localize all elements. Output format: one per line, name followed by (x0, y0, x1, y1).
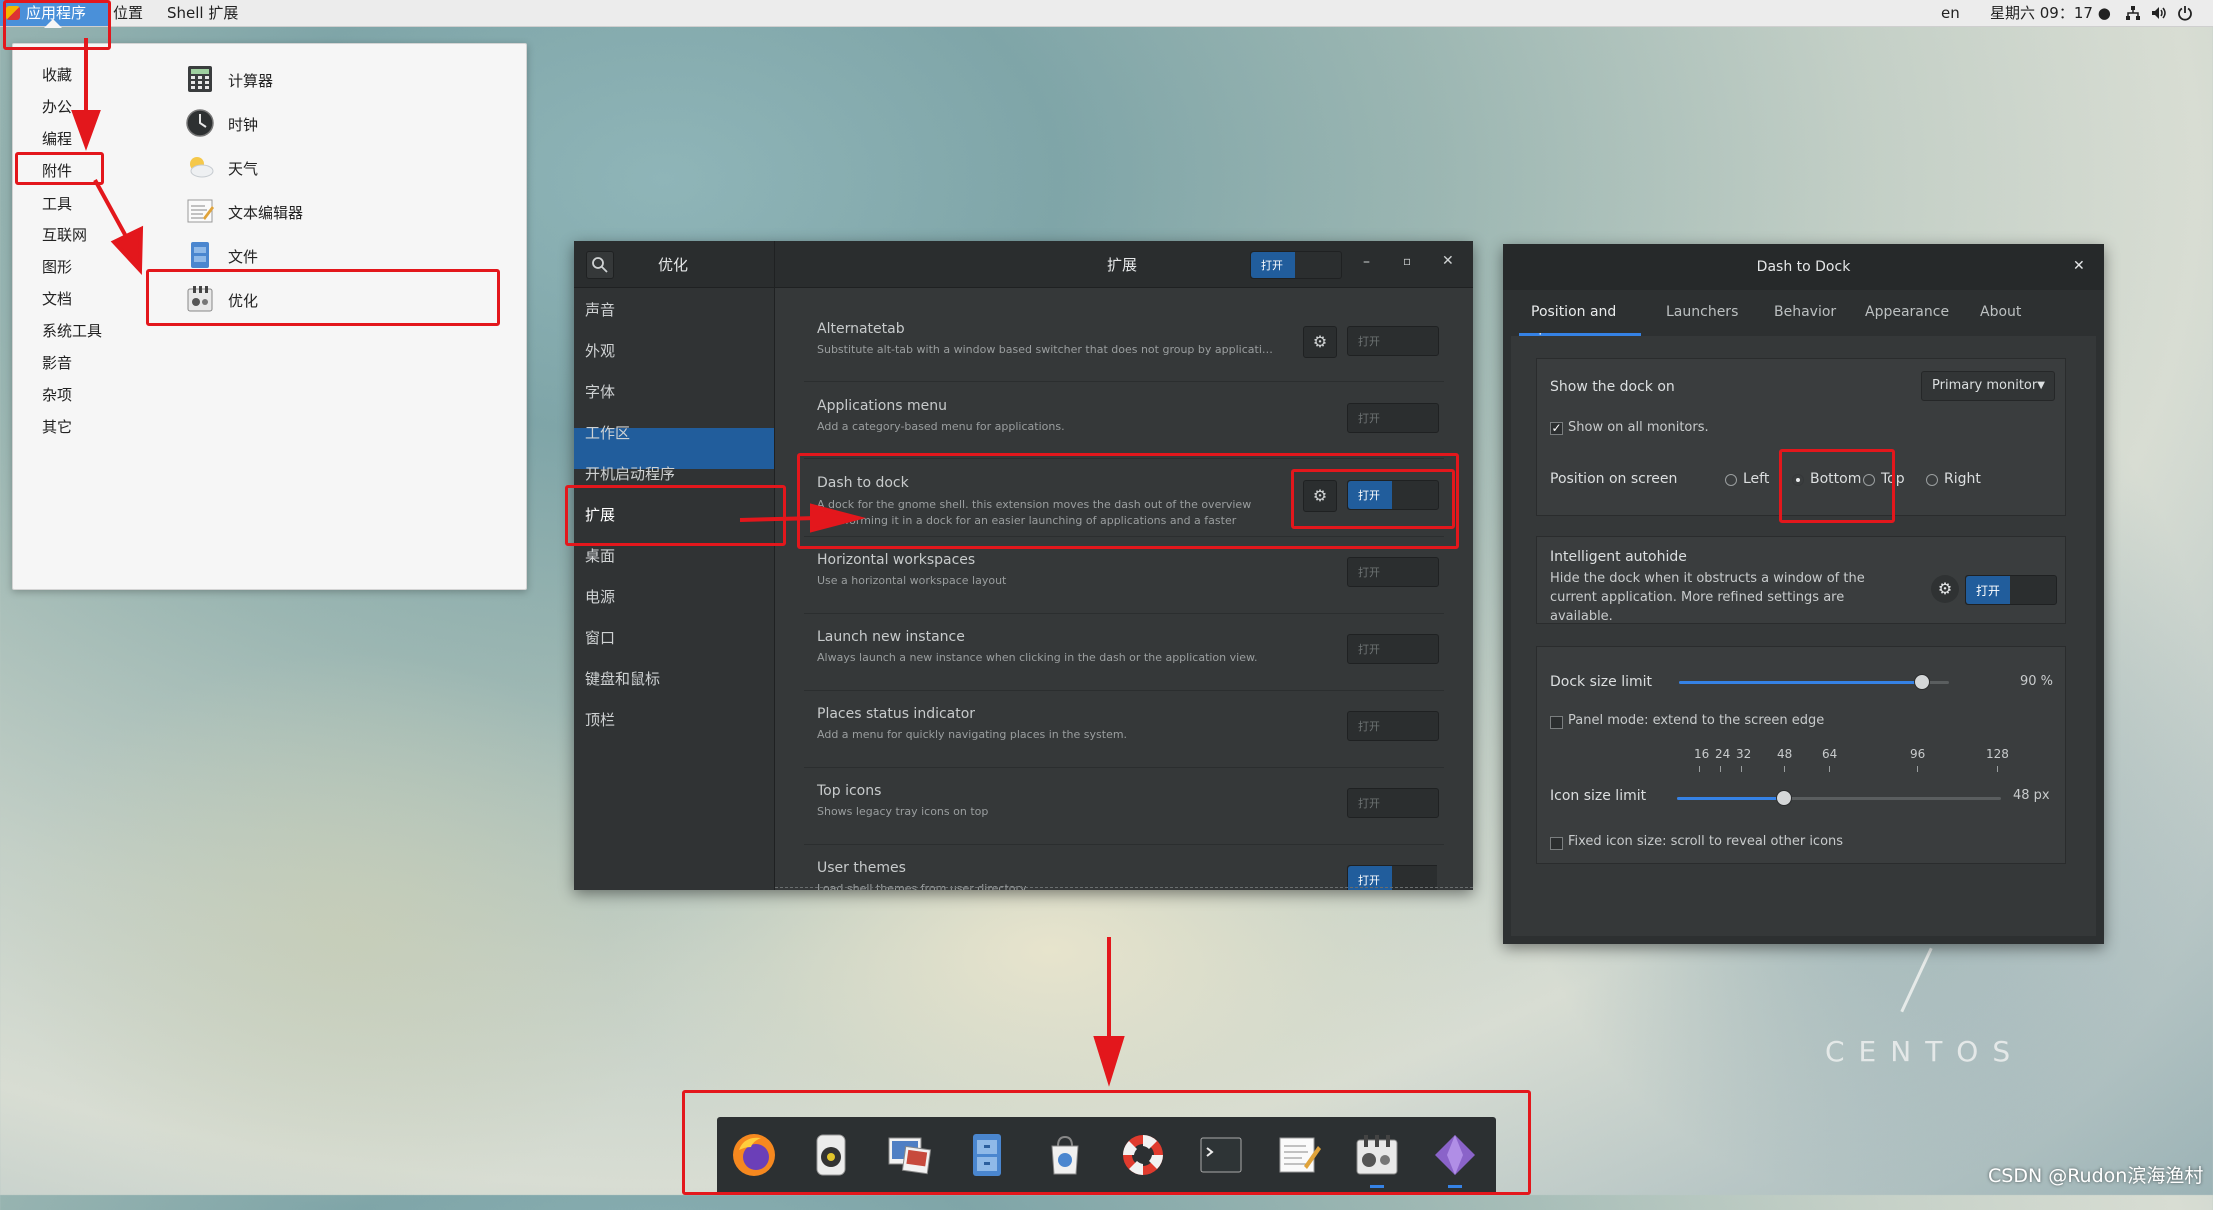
annotation-arrows (71, 38, 1125, 1087)
watermark-text: CSDN @Rudon滨海渔村 (1988, 1165, 2204, 1187)
